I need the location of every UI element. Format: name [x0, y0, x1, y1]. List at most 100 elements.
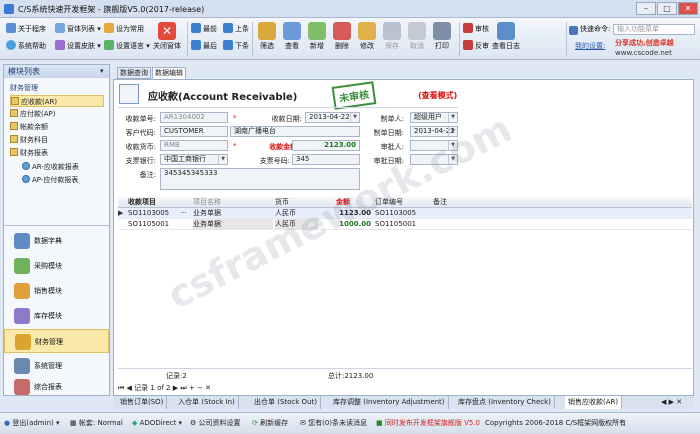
currency-field[interactable]: RMB — [160, 140, 228, 151]
tab-stock-in[interactable]: 入仓单 (Stock In) — [175, 396, 239, 409]
last-button[interactable]: 最后 — [191, 40, 217, 53]
module-system[interactable]: 系统管理 — [4, 354, 109, 378]
tab-query[interactable]: 数据查询 — [117, 67, 151, 79]
module-dictionary[interactable]: 数据字典 — [4, 229, 109, 253]
db-status[interactable]: ◆ ADODirect ▾ — [132, 418, 182, 428]
prev-button[interactable]: 上条 — [223, 23, 249, 36]
edit-button[interactable]: 修改 — [354, 20, 380, 51]
last-record-icon[interactable]: ⏭ — [180, 384, 186, 392]
my-settings-link[interactable]: 我的设置: — [575, 40, 605, 53]
chevron-down-icon[interactable]: ▼ — [448, 155, 457, 164]
chevron-down-icon[interactable]: ▼ — [448, 141, 457, 150]
window-list-button[interactable]: 窗体列表 ▾ — [55, 23, 101, 36]
tree-item-balance[interactable]: 帐款余额 — [10, 121, 48, 133]
tab-scroll-icon[interactable]: ◀ ▶ ✕ — [661, 398, 682, 406]
refresh-cache[interactable]: ⟳ 刷新缓存 — [252, 418, 288, 428]
add-button[interactable]: 新增 — [304, 20, 330, 51]
tree-item-ar[interactable]: 应收款(AR) — [10, 95, 104, 107]
tab-ar[interactable]: 销售应收款(AR) — [565, 396, 623, 409]
login-status[interactable]: ● 登出(admin) ▾ — [4, 418, 60, 428]
language-button[interactable]: 设置语言 ▾ — [104, 40, 150, 53]
tree-item-ap-report[interactable]: AP-应付款报表 — [22, 174, 78, 186]
pin-icon[interactable]: ▾ — [100, 67, 104, 75]
ellipsis-button[interactable]: ··· — [180, 208, 187, 219]
cell-name[interactable]: 业务单据 — [193, 219, 273, 230]
receipt-date-field[interactable]: 2013-04-22 ▼ — [305, 112, 360, 123]
customer-name-field[interactable]: 湖南广播电台 — [230, 126, 360, 137]
skin-button[interactable]: 设置皮肤 ▾ — [55, 40, 101, 53]
col-note[interactable]: 备注 — [433, 197, 447, 208]
make-date-field[interactable]: 2013-04-22 ▼ — [410, 126, 458, 137]
first-button[interactable]: 最前 — [191, 23, 217, 36]
module-sales[interactable]: 销售模块 — [4, 279, 109, 303]
check-no-field[interactable]: 345 — [292, 154, 360, 165]
about-button[interactable]: 关于程序 — [6, 23, 46, 36]
filter-button[interactable]: 筛选 — [254, 20, 280, 51]
delete-button[interactable]: 删除 — [329, 20, 355, 51]
col-amount[interactable]: 金额 — [336, 197, 350, 208]
tab-check[interactable]: 库存盘点 (Inventory Check) — [455, 396, 555, 409]
cell-amount[interactable]: 1000.00 — [318, 219, 371, 230]
chevron-down-icon[interactable]: ▼ — [218, 155, 227, 164]
col-item[interactable]: 收款项目 — [128, 197, 156, 208]
bank-field[interactable]: 中国工商银行 ▼ — [160, 154, 228, 165]
module-inventory[interactable]: 库存模块 — [4, 304, 109, 328]
receipt-no-field[interactable]: AR1304002 — [160, 112, 228, 123]
module-reports[interactable]: 综合报表 — [4, 379, 109, 395]
amount-field[interactable]: 2123.00 — [292, 140, 360, 151]
reject-button[interactable]: 反审 — [463, 40, 489, 53]
set-default-button[interactable]: 设为常用 — [104, 23, 144, 36]
note-field[interactable]: 345345345333 — [160, 168, 360, 190]
approve-date-field[interactable]: ▼ — [410, 154, 458, 165]
tab-adjust[interactable]: 库存调整 (Inventory Adjustment) — [330, 396, 449, 409]
tree-item-accounts[interactable]: 财务科目 — [10, 134, 48, 146]
table-row[interactable]: ▶ SO1103005 ··· 业务单据 人民币 1123.00 SO11030… — [118, 208, 692, 219]
maker-field[interactable]: 超级用户 ▼ — [410, 112, 458, 123]
module-purchase[interactable]: 采购模块 — [4, 254, 109, 278]
cell-currency[interactable]: 人民币 — [275, 219, 318, 230]
tab-so[interactable]: 销售订单(SO) — [117, 396, 168, 409]
next-record-icon[interactable]: ▶ — [173, 384, 178, 392]
tree-item-ar-report[interactable]: AR-应收款报表 — [22, 161, 79, 173]
tree-item-ap[interactable]: 应付款(AP) — [10, 108, 55, 120]
add-record-icon[interactable]: + — [189, 384, 195, 392]
company-settings[interactable]: ⚙ 公司资料设置 — [190, 418, 241, 428]
close-window-button[interactable]: ✕ 关闭窗体 — [152, 20, 182, 51]
release-notice[interactable]: ■ 同时发布开发框架旗舰版 V5.0 — [376, 418, 480, 428]
help-button[interactable]: 系统帮助 — [6, 40, 46, 53]
first-record-icon[interactable]: ⏮ — [118, 384, 124, 392]
tab-stock-out[interactable]: 出仓单 (Stock Out) — [251, 396, 321, 409]
cell-item[interactable]: SO1105001 — [128, 219, 169, 230]
tree-item-reports[interactable]: 财务报表 — [10, 147, 48, 159]
audit-log-button[interactable]: 查看日志 — [492, 20, 520, 51]
view-button[interactable]: 查看 — [279, 20, 305, 51]
customer-code-field[interactable]: CUSTOMER — [160, 126, 228, 137]
tab-edit[interactable]: 数据编辑 — [152, 67, 186, 79]
message-status[interactable]: ✉ 您有(0)条未读消息 — [300, 418, 367, 428]
cell-order[interactable]: SO1103005 — [375, 208, 416, 219]
approve-button[interactable]: 审核 — [463, 23, 489, 36]
cell-amount[interactable]: 1123.00 — [318, 208, 371, 219]
prev-record-icon[interactable]: ◀ — [127, 384, 132, 392]
quick-command-input[interactable]: 输入功能菜单 — [613, 24, 695, 35]
minimize-button[interactable]: – — [636, 2, 656, 15]
cancel-button[interactable]: 取消 — [404, 20, 430, 51]
maximize-button[interactable]: □ — [657, 2, 677, 15]
col-name[interactable]: 项目名称 — [193, 197, 221, 208]
col-order[interactable]: 订单编号 — [375, 197, 403, 208]
cell-order[interactable]: SO1105001 — [375, 219, 416, 230]
table-row[interactable]: SO1105001 业务单据 人民币 1000.00 SO1105001 — [118, 219, 692, 230]
cancel-edit-icon[interactable]: ✕ — [205, 384, 211, 392]
close-button[interactable]: ✕ — [678, 2, 698, 15]
chevron-down-icon[interactable]: ▼ — [448, 127, 457, 136]
chevron-down-icon[interactable]: ▼ — [448, 113, 457, 122]
print-button[interactable]: 打印 — [429, 20, 455, 51]
save-button[interactable]: 保存 — [379, 20, 405, 51]
col-currency[interactable]: 货币 — [275, 197, 289, 208]
cell-currency[interactable]: 人民币 — [275, 208, 296, 219]
module-finance[interactable]: 财务管理 — [4, 329, 109, 353]
next-button[interactable]: 下条 — [223, 40, 249, 53]
cell-item[interactable]: SO1103005 — [128, 208, 169, 219]
approver-field[interactable]: ▼ — [410, 140, 458, 151]
cell-name[interactable]: 业务单据 — [193, 208, 221, 219]
